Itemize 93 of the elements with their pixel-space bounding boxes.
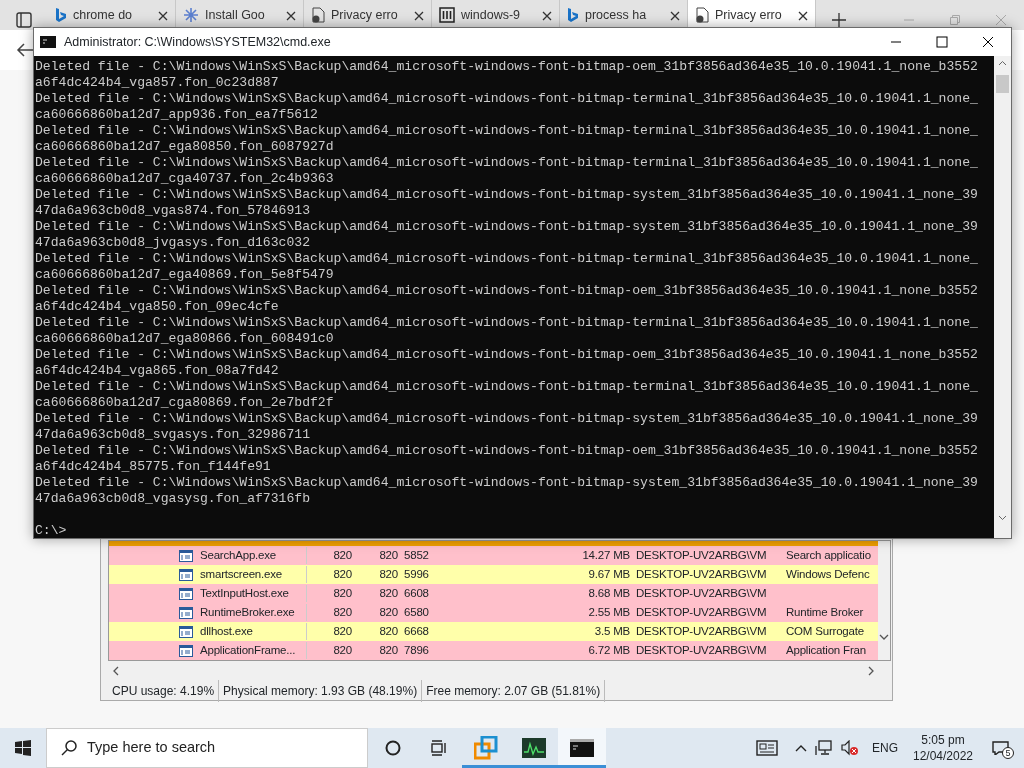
overlapping-squares-icon — [474, 736, 498, 760]
new-tab-icon[interactable] — [832, 13, 846, 27]
console-icon — [40, 36, 56, 48]
table-cell-text: 820 — [378, 623, 399, 639]
status-text: Physical memory: 1.93 GB (48.19%) — [219, 680, 423, 702]
table-cell: TextInputHost.exe — [197, 584, 307, 603]
windows-start-icon[interactable] — [15, 740, 31, 756]
task-view-icon[interactable] — [430, 740, 448, 756]
table-cell-text: 7896 — [403, 642, 430, 658]
table-cell-text: 820 — [332, 547, 353, 563]
sparkle-icon — [183, 7, 199, 23]
network-icon[interactable] — [815, 740, 833, 756]
table-cell-text: COM Surrogate — [785, 623, 865, 639]
b-logo-icon — [55, 7, 67, 23]
caret-up-icon[interactable] — [795, 744, 807, 752]
search-icon — [61, 740, 77, 756]
muted-speaker-icon[interactable] — [841, 740, 859, 756]
close-icon[interactable] — [982, 36, 994, 48]
process-row[interactable]: SearchApp.exe 820 820 5852 14.27 MB DESKTOP-UV2ARBG\VM Search applicatio — [109, 546, 878, 565]
warning-page-icon — [695, 7, 709, 23]
table-cell-text: 820 — [332, 623, 353, 639]
table-cell-text: Windows Defenc — [785, 566, 871, 582]
table-cell-text: 820 — [332, 585, 353, 601]
table-cell-text: 3.5 MB — [593, 623, 631, 639]
process-row[interactable]: ApplicationFrame... 820 820 7896 6.72 MB DESKTOP-UV2ARBG\VM Application Fran — [109, 641, 878, 660]
table-cell-text: 6.72 MB — [587, 642, 631, 658]
table-cell-text: 820 — [378, 547, 399, 563]
process-row[interactable]: smartscreen.exe 820 820 5996 9.67 MB DESKTOP-UV2ARBG\VM Windows Defenc — [109, 565, 878, 584]
table-cell-text: Application Fran — [785, 642, 867, 658]
table-cell-text: 820 — [378, 604, 399, 620]
table-cell-text: 820 — [378, 566, 399, 582]
taskbar-app-button[interactable] — [558, 728, 606, 768]
table-cell-text: 820 — [378, 585, 399, 601]
clock-time[interactable]: 5:05 pm — [908, 732, 978, 748]
window-title: Administrator: C:\Windows\SYSTEM32\cmd.exe — [64, 33, 331, 51]
maximize-icon[interactable] — [936, 36, 948, 48]
process-row[interactable]: TextInputHost.exe 820 820 6608 8.68 MB DESKTOP-UV2ARBG\VM — [109, 584, 878, 603]
process-row[interactable]: dllhost.exe 820 820 6668 3.5 MB DESKTOP-UV2ARBG\VM COM Surrogate — [109, 622, 878, 641]
table-cell-text: DESKTOP-UV2ARBG\VM — [635, 547, 768, 563]
table-cell-text: DESKTOP-UV2ARBG\VM — [635, 604, 768, 620]
table-cell-text: DESKTOP-UV2ARBG\VM — [635, 566, 768, 582]
table-cell-text: Search applicatio — [785, 547, 872, 563]
table-cell: RuntimeBroker.exe — [197, 603, 307, 622]
table-cell-text: DESKTOP-UV2ARBG\VM — [635, 623, 768, 639]
table-cell-text: 820 — [332, 642, 353, 658]
table-cell: smartscreen.exe — [197, 565, 307, 584]
table-cell: SearchApp.exe — [197, 546, 307, 565]
status-text: CPU usage: 4.19% — [108, 680, 220, 702]
tab-actions-icon[interactable] — [16, 12, 32, 28]
window-app-icon — [179, 606, 193, 619]
table-cell-text: 5996 — [403, 566, 430, 582]
table-cell-text: 2.55 MB — [587, 604, 631, 620]
table-cell-text: 6580 — [403, 604, 430, 620]
browser-tab[interactable]: Privacy erro — [688, 0, 816, 30]
table-cell-text: DESKTOP-UV2ARBG\VM — [635, 642, 768, 658]
status-text: Free memory: 2.07 GB (51.81%) — [422, 680, 606, 702]
table-cell: ApplicationFrame... — [197, 641, 307, 660]
warning-page-icon — [311, 7, 325, 23]
table-cell-text: 9.67 MB — [587, 566, 631, 582]
notification-count: 5 — [1002, 747, 1014, 759]
console-icon — [570, 739, 594, 757]
window-app-icon — [179, 587, 193, 600]
window-app-icon — [179, 644, 193, 657]
circle-icon[interactable] — [385, 740, 401, 756]
window-app-icon — [179, 625, 193, 638]
window-app-icon — [179, 549, 193, 562]
console-output: Deleted file - C:\Windows\WinSxS\Backup\amd64_microsoft-windows-font-bitmap-oem_31bf3856ad364e35_10.0.19041.1_none_b3552 a6f4dc424b4_vga857.fon_0c23d887 Deleted file - C:\Windows\WinSxS\Backup\amd64_microsoft-windows-font-bitmap-terminal_31bf3856ad364e35_10.0.19041.1_none_ ca60666860ba12d7_app936.fon_ea7f5612 Deleted file - C:\Windows\WinSxS\Backup\amd64_microsoft-windows-font-bitmap-terminal_31bf3856ad364e35_10.0.19041.1_none_ ca60666860ba12d7_ega80850.fon_6087927d Deleted file - C:\Windows\WinSxS\Backup\amd64_microsoft-windows-font-bitmap-terminal_31bf3856ad364e35_10.0.19041.1_none_ ca60666860ba12d7_cga40737.fon_2c4b9363 Deleted file - C:\Windows\WinSxS\Backup\amd64_microsoft-windows-font-bitmap-system_31bf3856ad364e35_10.0.19041.1_none_39 47da6a963cb0d8_vgas874.fon_57846913 Deleted file - C:\Windows\WinSxS\Backup\amd64_microsoft-windows-font-bitmap-system_31bf3856ad364e35_10.0.19041.1_none_39 47da6a963cb0d8_jvgasys.fon_d163c032 Deleted file - C:\Windows\WinSxS\Backup\amd64_microsoft-windows-font-bitmap-terminal_31bf3856ad364e35_10.0.19041.1_none_ ca60666860ba12d7_ega40869.fon_5e8f5479 Deleted file - C:\Windows\WinSxS\Backup\amd64_microsoft-windows-font-bitmap-oem_31bf3856ad364e35_10.0.19041.1_none_b3552 a6f4dc424b4_vga850.fon_09ec4cfe Deleted file - C:\Windows\WinSxS\Backup\amd64_microsoft-windows-font-bitmap-terminal_31bf3856ad364e35_10.0.19041.1_none_ ca60666860ba12d7_ega80866.fon_608491c0 Deleted file - C:\Windows\WinSxS\Backup\amd64_microsoft-windows-font-bitmap-oem_31bf3856ad364e35_10.0.19041.1_none_b3552 a6f4dc424b4_vga865.fon_08a7fd42 Deleted file - C:\Windows\WinSxS\Backup\amd64_microsoft-windows-font-bitmap-terminal_31bf3856ad364e35_10.0.19041.1_none_ ca60666860ba12d7_cga80869.fon_2e7bdf2f Deleted file - C:\Windows\WinSxS\Backup\amd64_microsoft-windows-font-bitmap-system_31bf3856ad364e35_10.0.19041.1_none_39 47da6a963cb0d8_svgasys.fon_32986711 Deleted file - C:\Windows\WinSxS\Backup\amd64_microsoft-windows-font-bitmap-oem_31bf3856ad364e35_10.0.19041.1_none_b3552 a6f4dc424b4_85775.fon_f144fe91 Deleted file - C:\Windows\WinSxS\Backup\amd64_microsoft-windows-font-bitmap-system_31bf3856ad364e35_10.0.19041.1_none_39 47da6a963cb0d8_vgasysg.fon_af7316fb C:\> — [34, 56, 994, 538]
b-logo-icon — [567, 7, 579, 23]
process-row[interactable]: RuntimeBroker.exe 820 820 6580 2.55 MB DESKTOP-UV2ARBG\VM Runtime Broker — [109, 603, 878, 622]
table-cell-text: 6668 — [403, 623, 430, 639]
search-field[interactable]: Type here to search — [46, 728, 368, 768]
scrollbar-thumb[interactable] — [996, 75, 1009, 93]
monitor-graph-icon — [522, 738, 546, 758]
table-cell-text: 8.68 MB — [587, 585, 631, 601]
scroll-left-icon[interactable] — [112, 665, 120, 676]
table-cell-text: 14.27 MB — [581, 547, 631, 563]
table-cell-text: DESKTOP-UV2ARBG\VM — [635, 585, 768, 601]
news-icon[interactable] — [756, 740, 778, 756]
table-cell-text: 820 — [332, 566, 353, 582]
language-indicator[interactable]: ENG — [872, 739, 898, 757]
clock-date[interactable]: 12/04/2022 — [908, 748, 978, 764]
table-cell-text: 820 — [332, 604, 353, 620]
table-cell-text: 6608 — [403, 585, 430, 601]
table-cell-text: Runtime Broker — [785, 604, 865, 620]
notification-icon[interactable] — [992, 741, 1010, 755]
scroll-right-icon[interactable] — [867, 665, 875, 676]
pillars-icon — [439, 7, 455, 23]
table-cell-text: 5852 — [403, 547, 430, 563]
window-app-icon — [179, 568, 193, 581]
table-cell: dllhost.exe — [197, 622, 307, 641]
scroll-down-icon[interactable] — [879, 632, 889, 642]
back-arrow-icon[interactable] — [16, 42, 34, 58]
table-cell-text: 820 — [378, 642, 399, 658]
